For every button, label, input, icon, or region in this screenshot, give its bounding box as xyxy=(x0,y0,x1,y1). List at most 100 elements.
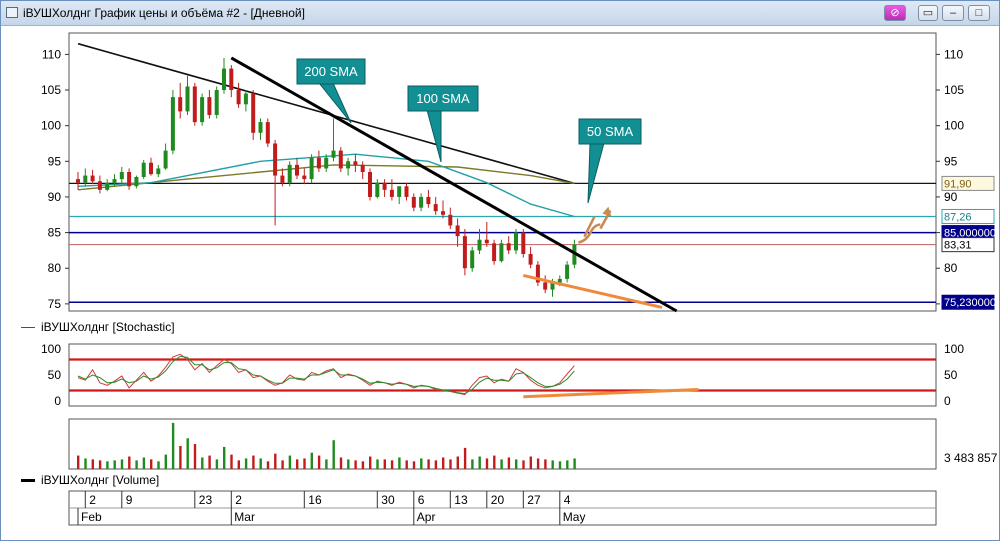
candle-body xyxy=(207,97,212,115)
restore-button[interactable]: ▭ xyxy=(918,5,938,21)
candle-body xyxy=(156,168,161,175)
candle-body xyxy=(243,93,248,105)
volume-bar xyxy=(179,445,182,469)
stochastic-pane[interactable]: 0 0 50 50 100 100 xyxy=(41,342,964,408)
day-label: 23 xyxy=(199,493,213,507)
month-label: Mar xyxy=(234,510,255,524)
volume-bar xyxy=(456,456,459,469)
day-label: 27 xyxy=(527,493,541,507)
candle-body xyxy=(90,175,95,182)
day-label: 13 xyxy=(454,493,468,507)
candle-body xyxy=(338,150,343,169)
volume-bar xyxy=(157,461,160,469)
candle-body xyxy=(346,161,351,169)
candle-body xyxy=(287,164,292,183)
day-label: 6 xyxy=(418,493,425,507)
level-low-value: 75,230000 xyxy=(944,297,996,309)
stochastic-tick-label-right: 50 xyxy=(944,368,958,382)
candle-body xyxy=(236,90,241,105)
volume-bar xyxy=(544,459,547,469)
volume-bar xyxy=(398,457,401,469)
price-tick-label-left: 85 xyxy=(48,226,62,240)
candle-body xyxy=(251,93,256,133)
candle-body xyxy=(455,225,460,237)
price-tick-label-left: 80 xyxy=(48,261,62,275)
price-tick-label-right: 105 xyxy=(944,83,964,97)
volume-bar xyxy=(558,461,562,469)
candle-body xyxy=(76,179,80,183)
maximize-button[interactable]: □ xyxy=(968,5,990,21)
day-label: 16 xyxy=(308,493,322,507)
volume-bar xyxy=(171,422,175,469)
volume-bar xyxy=(266,461,270,469)
candle-body xyxy=(229,68,234,91)
volume-bar xyxy=(390,460,394,469)
pin-button[interactable]: ⊘ xyxy=(884,5,906,21)
day-label: 2 xyxy=(89,493,96,507)
volume-bar xyxy=(288,455,292,469)
candle-body xyxy=(382,182,387,190)
candle-body xyxy=(448,214,453,226)
stochastic-label-text: iВУШХолднг [Stochastic] xyxy=(41,320,175,334)
volume-bar xyxy=(296,459,299,469)
volume-bar xyxy=(244,458,248,469)
volume-label: iВУШХолднг [Volume] xyxy=(21,473,159,487)
stochastic-plot-frame xyxy=(68,343,937,407)
candle-body xyxy=(112,179,117,183)
window-title: iВУШХолднг График цены и объёма #2 - [Дн… xyxy=(23,6,305,20)
price-pane[interactable]: 7575808085859090959510010010510511011091… xyxy=(41,32,996,313)
volume-bar xyxy=(120,459,124,469)
chart-area[interactable]: 7575808085859090959510010010510511011091… xyxy=(1,25,999,540)
stochastic-tick-label-left: 0 xyxy=(54,394,61,408)
volume-bar xyxy=(347,459,350,469)
volume-bar xyxy=(259,458,262,469)
stochastic-label: iВУШХолднг [Stochastic] xyxy=(21,320,175,334)
volume-bar xyxy=(84,458,87,469)
volume-bar xyxy=(237,460,240,469)
volume-bar xyxy=(515,459,518,469)
volume-bar xyxy=(500,459,503,469)
day-label: 30 xyxy=(381,493,395,507)
volume-bar xyxy=(201,457,204,469)
stochastic-tick-label-right: 0 xyxy=(944,394,951,408)
volume-bar xyxy=(252,455,255,469)
volume-swatch xyxy=(21,479,35,483)
candle-body xyxy=(499,243,504,262)
stochastic-tick-label-left: 50 xyxy=(48,368,62,382)
price-tick-label-right: 95 xyxy=(944,154,958,168)
candle-body xyxy=(521,232,526,254)
volume-bar xyxy=(369,456,372,469)
price-tick-label-left: 100 xyxy=(41,119,61,133)
minimize-button[interactable]: – xyxy=(942,5,964,21)
stochastic-tick-label-right: 100 xyxy=(944,342,964,356)
volume-bar xyxy=(493,455,496,469)
candle-body xyxy=(170,97,175,151)
candle-body xyxy=(397,186,402,197)
candle-body xyxy=(477,239,482,251)
title-bar[interactable]: iВУШХолднг График цены и объёма #2 - [Дн… xyxy=(1,1,999,26)
candle-body xyxy=(97,181,102,190)
candle-body xyxy=(543,282,548,290)
candle-body xyxy=(192,86,197,123)
candle-body xyxy=(309,157,314,180)
volume-pane[interactable]: 3 483 857 xyxy=(68,418,998,470)
candle-body xyxy=(565,264,570,279)
volume-bar xyxy=(573,458,576,469)
volume-bar xyxy=(281,460,284,469)
sma-callout-label: 100 SMA xyxy=(416,91,470,106)
candle-body xyxy=(462,236,467,269)
candle-body xyxy=(214,90,219,115)
volume-bar xyxy=(507,457,511,469)
price-tick-label-right: 100 xyxy=(944,119,964,133)
sma100-level-value: 91,90 xyxy=(944,178,972,190)
price-tick-label-left: 110 xyxy=(42,47,61,61)
candle-body xyxy=(441,211,445,215)
candle-body xyxy=(360,164,365,172)
volume-bar xyxy=(478,456,481,469)
price-tick-label-left: 95 xyxy=(48,154,62,168)
volume-bar xyxy=(223,446,226,469)
volume-label-text: iВУШХолднг [Volume] xyxy=(41,473,160,487)
volume-bar xyxy=(383,459,386,469)
volume-bar xyxy=(215,459,219,469)
volume-bar xyxy=(536,458,540,469)
